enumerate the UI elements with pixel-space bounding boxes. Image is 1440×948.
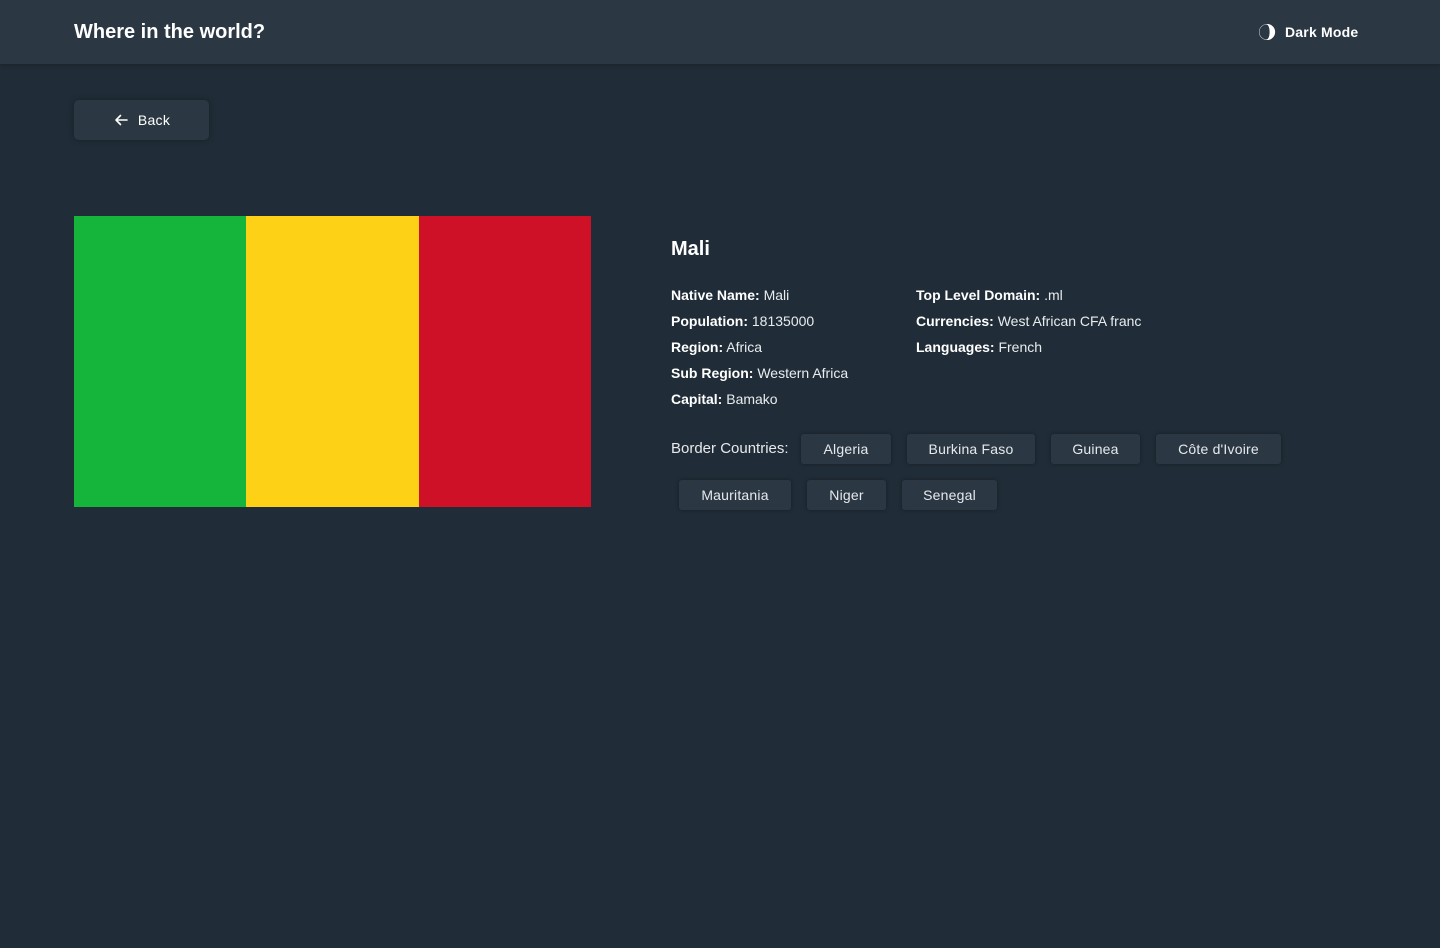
detail-value: West African CFA franc [997, 313, 1142, 329]
detail-value: French [998, 339, 1043, 355]
detail-row: Population: 18135000 [671, 308, 848, 334]
detail-label: Region: [671, 339, 724, 355]
back-label: Back [137, 112, 171, 128]
back-button[interactable]: Back [74, 100, 209, 140]
border-country-button[interactable]: Guinea [1051, 434, 1140, 464]
flag-stripe [418, 216, 591, 507]
detail-row: Native Name: Mali [671, 282, 848, 308]
border-country-button[interactable]: Burkina Faso [907, 434, 1035, 464]
detail-row: Capital: Bamako [671, 386, 848, 412]
detail-row: Currencies: West African CFA franc [916, 308, 1141, 334]
details-left: Native Name: Mali Population: 18135000 Reg… [671, 282, 848, 412]
dark-mode-toggle[interactable]: Dark Mode [1258, 21, 1358, 43]
country-flag [74, 216, 591, 507]
detail-value: Western Africa [757, 365, 849, 381]
border-country-button[interactable]: Niger [807, 480, 886, 510]
detail-value: .ml [1044, 287, 1063, 303]
detail-row: Sub Region: Western Africa [671, 360, 848, 386]
border-country-button[interactable]: Côte d'Ivoire [1156, 434, 1281, 464]
details-right: Top Level Domain: .ml Currencies: West Af… [916, 282, 1141, 360]
detail-label: Sub Region: [671, 365, 754, 381]
detail-label: Top Level Domain: [916, 287, 1041, 303]
app-title: Where in the world? [74, 21, 266, 43]
moon-icon [1259, 23, 1276, 40]
dark-mode-label: Dark Mode [1285, 24, 1359, 40]
detail-label: Native Name: [671, 287, 760, 303]
detail-value: Bamako [726, 391, 778, 407]
detail-row: Languages: French [916, 334, 1141, 360]
detail-label: Currencies: [916, 313, 994, 329]
detail-row: Region: Africa [671, 334, 848, 360]
detail-label: Capital: [671, 391, 723, 407]
detail-label: Languages: [916, 339, 995, 355]
detail-value: 18135000 [751, 313, 815, 329]
flag-stripe [246, 216, 419, 507]
country-name: Mali [671, 238, 710, 260]
border-country-button[interactable]: Algeria [801, 434, 891, 464]
border-country-button[interactable]: Mauritania [679, 480, 791, 510]
detail-label: Population: [671, 313, 748, 329]
app-header: Where in the world? Dark Mode [0, 0, 1440, 64]
detail-value: Africa [726, 339, 763, 355]
arrow-left-icon [115, 114, 128, 126]
detail-row: Top Level Domain: .ml [916, 282, 1141, 308]
border-countries-label: Border Countries: [671, 440, 789, 457]
flag-stripe [74, 216, 247, 507]
detail-value: Mali [763, 287, 790, 303]
border-country-button[interactable]: Senegal [902, 480, 997, 510]
